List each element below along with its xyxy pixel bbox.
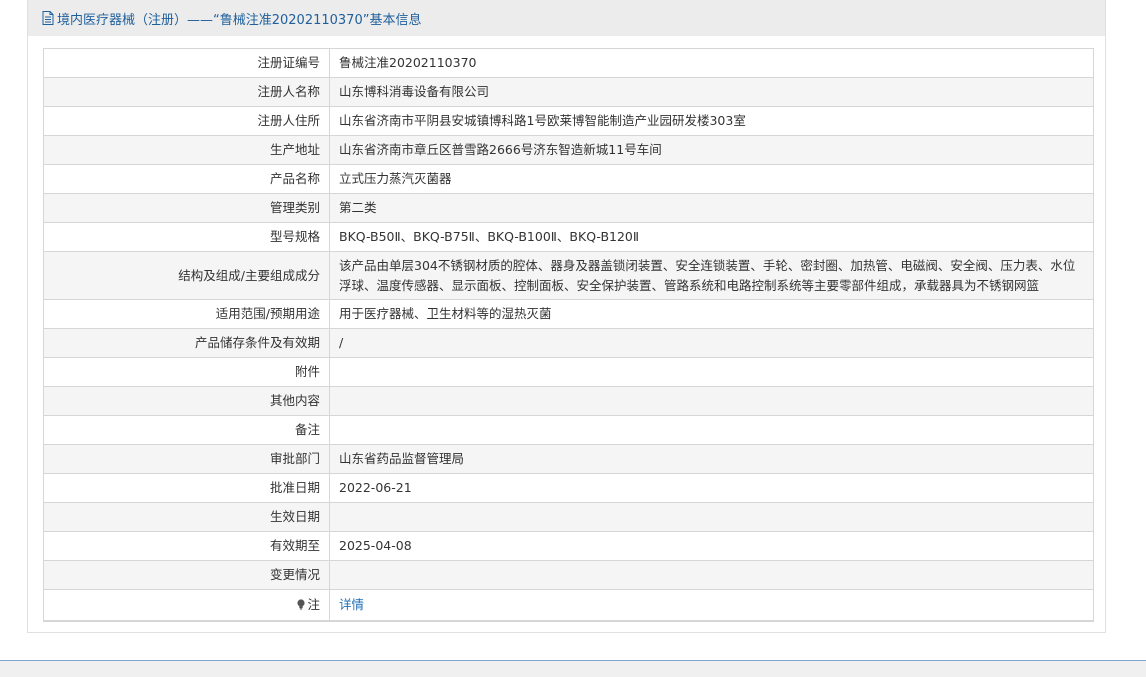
table-row: 批准日期 2022-06-21 — [43, 473, 1094, 503]
table-row: 生效日期 — [43, 502, 1094, 532]
table-row: 生产地址 山东省济南市章丘区普雪路2666号济东智造新城11号车间 — [43, 135, 1094, 165]
row-label: 备注 — [43, 415, 330, 445]
row-value: 2025-04-08 — [329, 531, 1094, 561]
row-label: 型号规格 — [43, 222, 330, 252]
row-label: 适用范围/预期用途 — [43, 299, 330, 329]
table-row: 有效期至 2025-04-08 — [43, 531, 1094, 561]
details-link[interactable]: 详情 — [339, 597, 364, 612]
lightbulb-icon — [297, 596, 306, 610]
row-value — [329, 415, 1094, 445]
row-label: 产品名称 — [43, 164, 330, 194]
row-value — [329, 357, 1094, 387]
footer-bar — [0, 660, 1146, 677]
row-value: 2022-06-21 — [329, 473, 1094, 503]
row-value: / — [329, 328, 1094, 358]
document-icon — [42, 11, 54, 25]
table-row: 备注 — [43, 415, 1094, 445]
row-value: BKQ-B50Ⅱ、BKQ-B75Ⅱ、BKQ-B100Ⅱ、BKQ-B120Ⅱ — [329, 222, 1094, 252]
row-value — [329, 560, 1094, 590]
row-label: 审批部门 — [43, 444, 330, 474]
table-row: 产品储存条件及有效期 / — [43, 328, 1094, 358]
row-label: 有效期至 — [43, 531, 330, 561]
table-row: 注册人住所 山东省济南市平阴县安城镇博科路1号欧莱博智能制造产业园研发楼303室 — [43, 106, 1094, 136]
row-label: 注册人名称 — [43, 77, 330, 107]
row-label: 附件 — [43, 357, 330, 387]
row-value: 山东省药品监督管理局 — [329, 444, 1094, 474]
panel-header: 境内医疗器械（注册）——“鲁械注准20202110370”基本信息 — [28, 0, 1105, 36]
table-row: 变更情况 — [43, 560, 1094, 590]
table-row: 结构及组成/主要组成成分 该产品由单层304不锈钢材质的腔体、器身及器盖锁闭装置… — [43, 251, 1094, 300]
table-row: 其他内容 — [43, 386, 1094, 416]
table-row: 注册证编号 鲁械注准20202110370 — [43, 48, 1094, 78]
row-value: 山东省济南市平阴县安城镇博科路1号欧莱博智能制造产业园研发楼303室 — [329, 106, 1094, 136]
row-label: 生效日期 — [43, 502, 330, 532]
row-value: 第二类 — [329, 193, 1094, 223]
row-label: 生产地址 — [43, 135, 330, 165]
table-row: 适用范围/预期用途 用于医疗器械、卫生材料等的湿热灭菌 — [43, 299, 1094, 329]
info-panel: 境内医疗器械（注册）——“鲁械注准20202110370”基本信息 注册证编号 … — [27, 0, 1106, 633]
table-row: 产品名称 立式压力蒸汽灭菌器 — [43, 164, 1094, 194]
row-label: 注册证编号 — [43, 48, 330, 78]
table-row: 注册人名称 山东博科消毒设备有限公司 — [43, 77, 1094, 107]
table-row: 管理类别 第二类 — [43, 193, 1094, 223]
row-label: 产品储存条件及有效期 — [43, 328, 330, 358]
row-label: 注册人住所 — [43, 106, 330, 136]
info-table: 注册证编号 鲁械注准20202110370 注册人名称 山东博科消毒设备有限公司… — [43, 48, 1094, 622]
row-value: 鲁械注准20202110370 — [329, 48, 1094, 78]
note-row: 注 详情 — [43, 589, 1094, 622]
row-value: 山东省济南市章丘区普雪路2666号济东智造新城11号车间 — [329, 135, 1094, 165]
row-value: 立式压力蒸汽灭菌器 — [329, 164, 1094, 194]
note-label: 注 — [307, 597, 320, 612]
page-title: 境内医疗器械（注册）——“鲁械注准20202110370”基本信息 — [57, 12, 422, 28]
row-value — [329, 386, 1094, 416]
note-label-cell: 注 — [43, 589, 330, 622]
table-row: 型号规格 BKQ-B50Ⅱ、BKQ-B75Ⅱ、BKQ-B100Ⅱ、BKQ-B12… — [43, 222, 1094, 252]
table-row: 附件 — [43, 357, 1094, 387]
row-label: 结构及组成/主要组成成分 — [43, 251, 330, 300]
row-value — [329, 502, 1094, 532]
row-label: 管理类别 — [43, 193, 330, 223]
note-value-cell: 详情 — [329, 589, 1094, 622]
row-value: 山东博科消毒设备有限公司 — [329, 77, 1094, 107]
row-label: 其他内容 — [43, 386, 330, 416]
table-row: 审批部门 山东省药品监督管理局 — [43, 444, 1094, 474]
row-label: 变更情况 — [43, 560, 330, 590]
row-label: 批准日期 — [43, 473, 330, 503]
row-value: 该产品由单层304不锈钢材质的腔体、器身及器盖锁闭装置、安全连锁装置、手轮、密封… — [329, 251, 1094, 300]
row-value: 用于医疗器械、卫生材料等的湿热灭菌 — [329, 299, 1094, 329]
